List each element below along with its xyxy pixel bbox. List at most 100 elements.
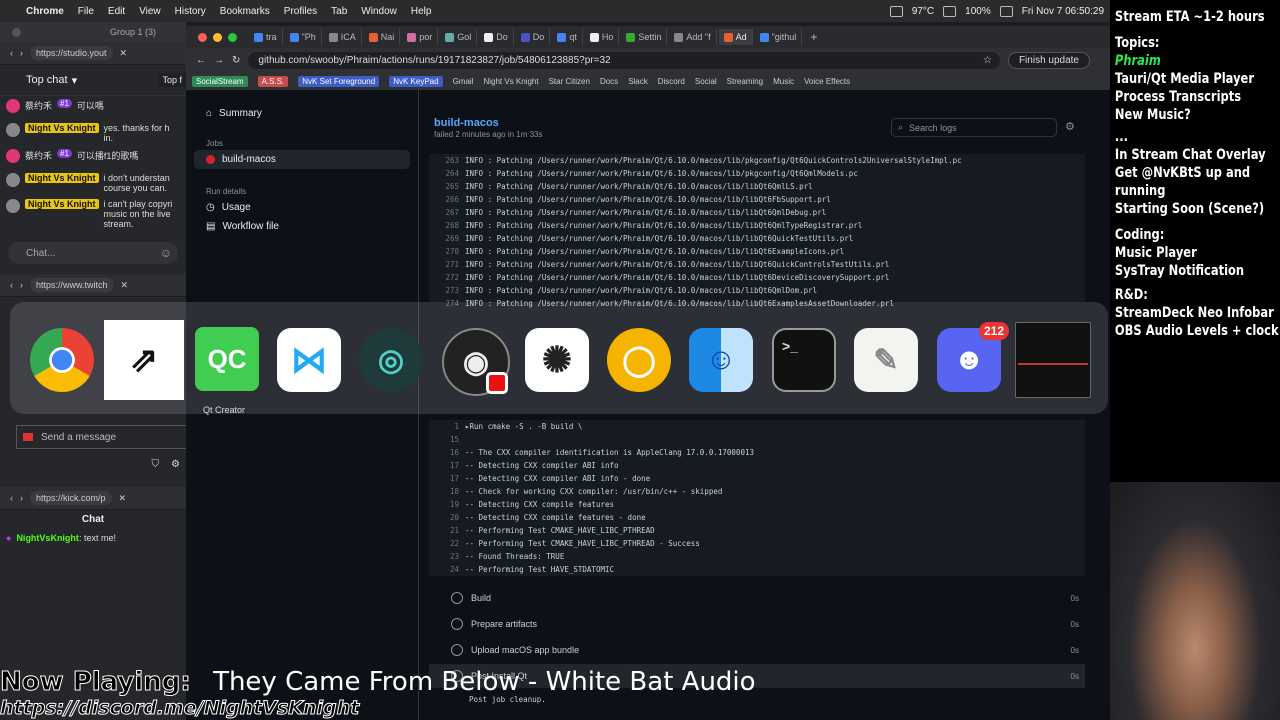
tab-title[interactable]: por xyxy=(419,32,432,42)
url-text[interactable]: github.com/swooby/Phraim/actions/runs/19… xyxy=(258,55,610,66)
tab-title[interactable]: "Ph xyxy=(302,32,316,42)
back-icon[interactable]: ‹ xyxy=(10,493,13,503)
bookmark-discord[interactable]: Discord xyxy=(658,77,685,86)
step-name[interactable]: Prepare artifacts xyxy=(471,619,537,629)
battery-percent[interactable]: 100% xyxy=(965,6,991,17)
menu-history[interactable]: History xyxy=(175,6,206,17)
browser-tab[interactable]: "Ph xyxy=(285,29,322,45)
browser-tab[interactable]: Gol xyxy=(440,29,478,45)
workflow-file-label[interactable]: Workflow file xyxy=(222,221,279,232)
step-prepare-artifacts[interactable]: Prepare artifacts 0s xyxy=(429,612,1085,636)
browser-tab[interactable]: Ho xyxy=(585,29,620,45)
send-placeholder[interactable]: Send a message xyxy=(41,432,116,443)
vscode-app-icon[interactable]: ⋈ xyxy=(277,328,341,392)
bookmark-voice-effects[interactable]: Voice Effects xyxy=(804,77,850,86)
job-label[interactable]: build-macos xyxy=(222,154,276,165)
obs-app-icon[interactable]: ◉ xyxy=(442,328,510,396)
browser-tab[interactable]: Do xyxy=(479,29,514,45)
back-icon[interactable]: ‹ xyxy=(10,280,13,290)
screen-icon[interactable] xyxy=(889,5,903,17)
bookmark-nvk-set-foreground[interactable]: NvK Set Foreground xyxy=(298,75,380,87)
close-icon[interactable]: ✕ xyxy=(121,280,129,291)
bookmark-music[interactable]: Music xyxy=(773,77,794,86)
textedit-app-icon[interactable]: ✎ xyxy=(854,328,918,392)
chevron-down-icon[interactable]: ▾ xyxy=(72,74,78,87)
forward-icon[interactable]: → xyxy=(214,55,224,66)
step-name[interactable]: Build xyxy=(471,593,491,603)
step-upload-bundle[interactable]: Upload macOS app bundle 0s xyxy=(429,638,1085,662)
summary-link[interactable]: ⌂ Summary xyxy=(186,104,418,123)
search-placeholder[interactable]: Search logs xyxy=(909,123,957,133)
youtube-chat-input[interactable]: Chat... ☺ xyxy=(8,242,178,264)
browser-tab-active[interactable]: Ad xyxy=(718,29,753,45)
close-window-icon[interactable] xyxy=(198,32,207,42)
bookmark-nvk-keypad[interactable]: NvK KeyPad xyxy=(389,75,443,87)
job-build-macos[interactable]: build-macos xyxy=(194,150,410,169)
bookmark-gmail[interactable]: Gmail xyxy=(453,77,474,86)
tab-title[interactable]: Ad xyxy=(736,32,747,42)
chrome-app-icon[interactable] xyxy=(30,328,94,392)
tab-title[interactable]: Do xyxy=(533,32,545,42)
close-icon[interactable]: ✕ xyxy=(119,493,127,504)
usage-link[interactable]: ◷ Usage xyxy=(186,198,418,217)
bookmark-socialstream[interactable]: SocialStream xyxy=(192,75,248,87)
reload-icon[interactable]: ↻ xyxy=(232,55,240,66)
top-chat-label[interactable]: Top chat xyxy=(26,74,68,86)
terminal-app-icon[interactable]: >_ xyxy=(772,328,836,392)
browser-tab[interactable]: Nai xyxy=(364,29,401,45)
menu-file[interactable]: File xyxy=(78,6,94,17)
zoom-window-icon[interactable] xyxy=(228,32,237,42)
bookmark-social[interactable]: Social xyxy=(695,77,717,86)
browser-tab[interactable]: Do xyxy=(516,29,551,45)
menu-profiles[interactable]: Profiles xyxy=(284,6,317,17)
twitch-url[interactable]: https://www.twitch xyxy=(30,278,114,292)
tab-title[interactable]: "githul xyxy=(772,32,797,42)
tab-title[interactable]: Ho xyxy=(602,32,614,42)
back-icon[interactable]: ← xyxy=(196,55,206,66)
bookmark-star-citizen[interactable]: Star Citizen xyxy=(549,77,590,86)
finder-app-icon[interactable]: ☺ xyxy=(689,328,753,392)
chrome-canary-app-icon[interactable]: ◯ xyxy=(607,328,671,392)
top-chat-header[interactable]: Top chat ▾ Top f xyxy=(0,65,186,96)
bookmark-streaming[interactable]: Streaming xyxy=(727,77,763,86)
kick-url[interactable]: https://kick.com/p xyxy=(30,491,112,505)
gear-icon[interactable]: ⚙ xyxy=(1065,120,1075,133)
summary-label[interactable]: Summary xyxy=(219,108,262,119)
step-build[interactable]: Build 0s xyxy=(429,586,1085,610)
emoji-icon[interactable]: ☺ xyxy=(160,246,172,260)
bookmark-slack[interactable]: Slack xyxy=(628,77,648,86)
minimize-window-icon[interactable] xyxy=(213,32,222,42)
wifi-icon[interactable] xyxy=(943,5,957,17)
menu-window[interactable]: Window xyxy=(361,6,397,17)
tab-title[interactable]: Settin xyxy=(638,32,661,42)
tab-title[interactable]: tra xyxy=(266,32,277,42)
menu-help[interactable]: Help xyxy=(411,6,432,17)
gear-icon[interactable]: ⚙ xyxy=(171,459,180,470)
chatgpt-app-icon[interactable]: ✺ xyxy=(525,328,589,392)
tab-title[interactable]: Gol xyxy=(457,32,471,42)
usage-label[interactable]: Usage xyxy=(222,202,251,213)
close-dot-icon[interactable] xyxy=(12,27,21,37)
forward-icon[interactable]: › xyxy=(20,280,23,290)
job-title[interactable]: build-macos xyxy=(434,117,499,129)
step-name[interactable]: Upload macOS app bundle xyxy=(471,645,579,655)
qt-creator-app-tile[interactable]: QC xyxy=(186,318,268,400)
bookmark-docs[interactable]: Docs xyxy=(600,77,618,86)
tab-title[interactable]: qt xyxy=(569,32,577,42)
browser-tab[interactable]: Add "f xyxy=(669,29,717,45)
browser-tab[interactable]: por xyxy=(402,29,439,45)
back-icon[interactable]: ‹ xyxy=(10,48,13,58)
line-text[interactable]: ▸Run cmake -S . -B build \ xyxy=(465,422,582,431)
finish-update-button[interactable]: Finish update xyxy=(1007,51,1090,69)
browser-tab[interactable]: qt xyxy=(552,29,583,45)
tab-title[interactable]: Add "f xyxy=(686,32,710,42)
youtube-url[interactable]: https://studio.yout xyxy=(30,46,113,60)
chat-placeholder[interactable]: Chat... xyxy=(26,248,55,259)
browser-tab[interactable]: "githul xyxy=(755,29,803,45)
url-field[interactable]: github.com/swooby/Phraim/actions/runs/19… xyxy=(248,51,1000,69)
close-icon[interactable]: ✕ xyxy=(120,48,128,59)
menu-tab[interactable]: Tab xyxy=(331,6,347,17)
tab-title[interactable]: Do xyxy=(496,32,508,42)
browser-tab[interactable]: tra xyxy=(249,29,283,45)
menu-chrome[interactable]: Chrome xyxy=(26,6,64,17)
